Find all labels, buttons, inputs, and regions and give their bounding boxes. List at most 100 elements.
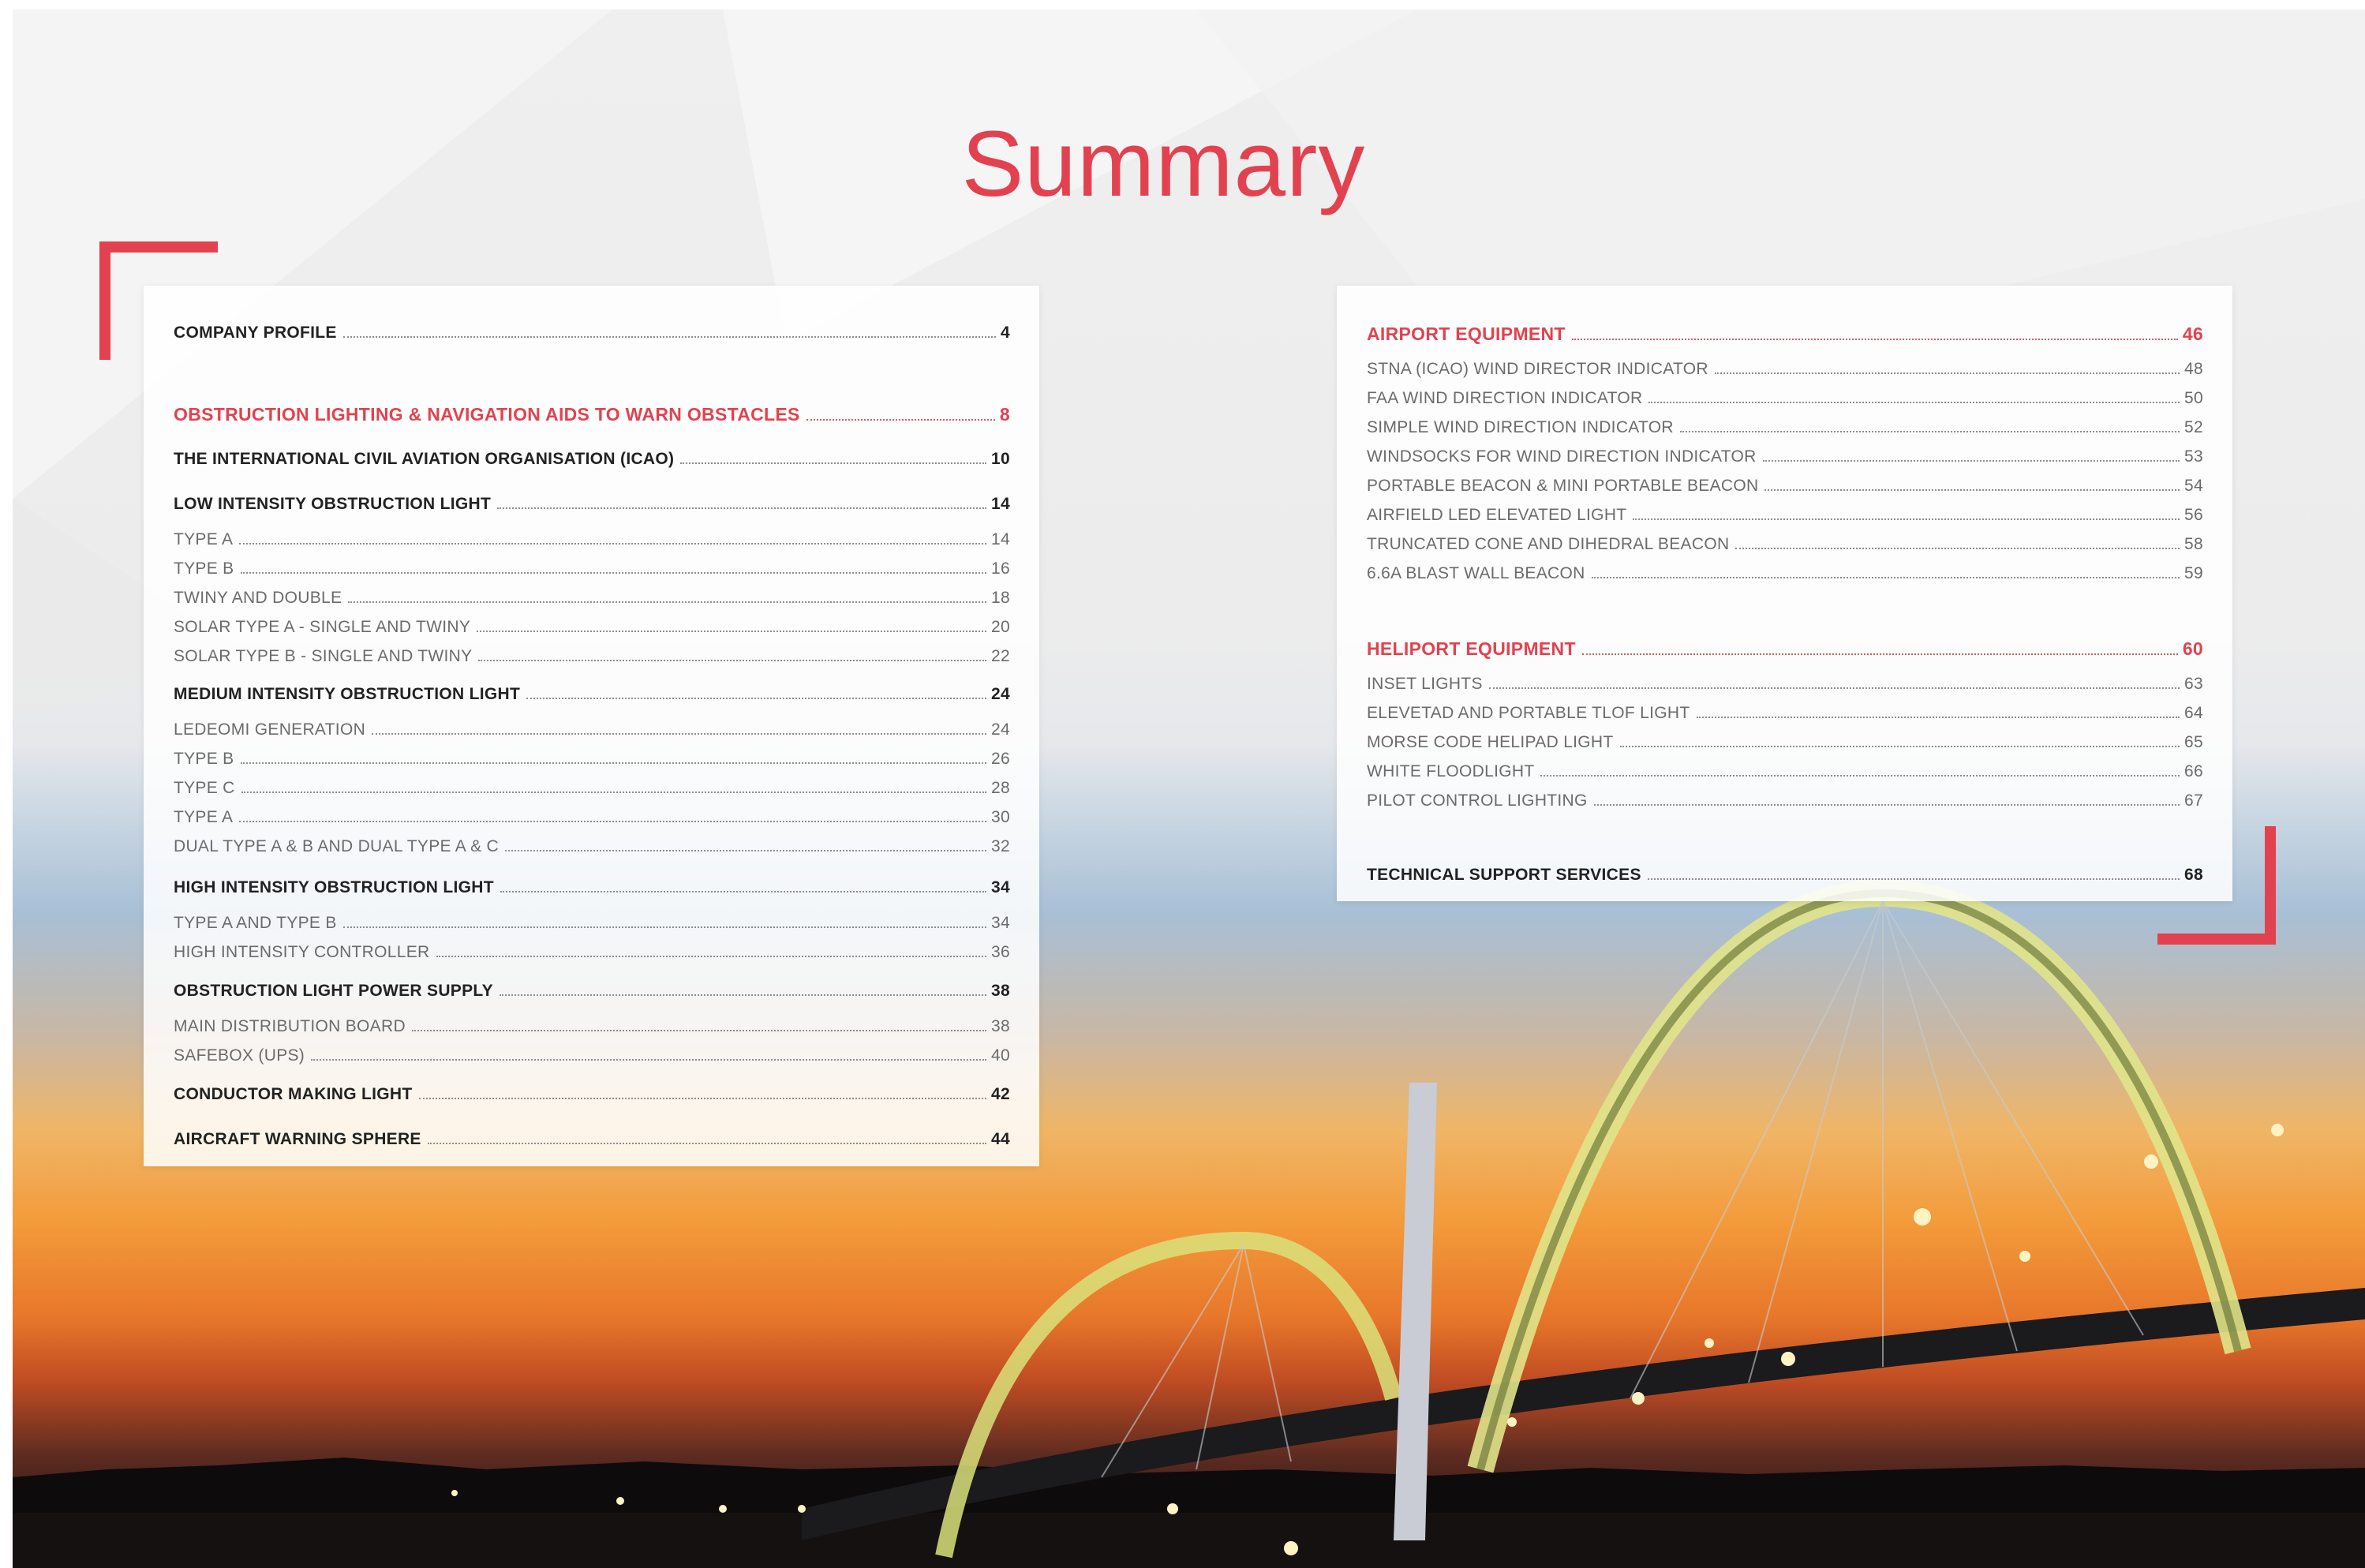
toc-entry[interactable]: THE INTERNATIONAL CIVIL AVIATION ORGANIS…: [174, 450, 1010, 469]
dot-leader: [240, 572, 987, 574]
toc-entry[interactable]: AIRFIELD LED ELEVATED LIGHT 56: [1367, 506, 2203, 525]
toc-entry[interactable]: SOLAR TYPE B - SINGLE AND TWINY 22: [174, 647, 1010, 666]
toc-entry-page-number: 8: [999, 404, 1010, 425]
toc-entry[interactable]: TRUNCATED CONE AND DIHEDRAL BEACON 58: [1367, 535, 2203, 554]
dot-leader: [478, 660, 987, 661]
toc-entry-page-number: 28: [991, 779, 1010, 797]
dot-leader: [1591, 577, 2180, 578]
toc-entry-label: SOLAR TYPE A - SINGLE AND TWINY: [174, 618, 471, 636]
toc-entry[interactable]: TYPE C 28: [174, 779, 1010, 798]
toc-entry-page-number: 52: [2184, 418, 2203, 436]
toc-entry-label: PILOT CONTROL LIGHTING: [1367, 791, 1588, 810]
toc-entry[interactable]: CONDUCTOR MAKING LIGHT 42: [174, 1085, 1010, 1104]
toc-entry-label: AIRPORT EQUIPMENT: [1367, 324, 1566, 344]
toc-entry[interactable]: COMPANY PROFILE 4: [174, 324, 1010, 342]
dot-leader: [1735, 548, 2180, 549]
toc-entry-page-number: 38: [991, 1017, 1010, 1035]
toc-entry[interactable]: SAFEBOX (UPS) 40: [174, 1046, 1010, 1065]
toc-entry-label: TYPE A: [174, 808, 234, 826]
toc-entry[interactable]: HELIPORT EQUIPMENT 60: [1367, 638, 2203, 660]
toc-entry[interactable]: HIGH INTENSITY OBSTRUCTION LIGHT 34: [174, 878, 1010, 897]
toc-entry[interactable]: TYPE B 16: [174, 559, 1010, 578]
toc-entry-label: COMPANY PROFILE: [174, 324, 337, 342]
toc-entry[interactable]: MORSE CODE HELIPAD LIGHT 65: [1367, 733, 2203, 752]
toc-entry-label: CONDUCTOR MAKING LIGHT: [174, 1085, 413, 1103]
dot-leader: [1571, 339, 2178, 340]
toc-entry[interactable]: SOLAR TYPE A - SINGLE AND TWINY 20: [174, 618, 1010, 637]
toc-entry-page-number: 18: [991, 589, 1010, 607]
toc-entry-label: TYPE A AND TYPE B: [174, 914, 337, 932]
corner-bracket-top-left: [99, 241, 218, 253]
toc-entry[interactable]: TYPE A 14: [174, 530, 1010, 549]
toc-entry-page-number: 14: [991, 495, 1010, 513]
toc-entry-label: WHITE FLOODLIGHT: [1367, 762, 1535, 780]
dot-leader: [411, 1030, 987, 1031]
toc-entry-label: SIMPLE WIND DIRECTION INDICATOR: [1367, 418, 1674, 436]
toc-entry-page-number: 46: [2182, 324, 2203, 344]
toc-entry[interactable]: MAIN DISTRIBUTION BOARD 38: [174, 1017, 1010, 1036]
toc-entry-page-number: 48: [2184, 360, 2203, 378]
toc-entry[interactable]: HIGH INTENSITY CONTROLLER 36: [174, 943, 1010, 962]
dot-leader: [372, 733, 987, 735]
dot-leader: [239, 821, 987, 822]
dot-leader: [418, 1098, 987, 1099]
toc-entry-page-number: 38: [991, 982, 1010, 1000]
dot-leader: [526, 698, 987, 699]
toc-entry[interactable]: PORTABLE BEACON & MINI PORTABLE BEACON 54: [1367, 477, 2203, 496]
toc-entry-page-number: 65: [2184, 733, 2203, 751]
toc-entry[interactable]: 6.6A BLAST WALL BEACON 59: [1367, 564, 2203, 583]
toc-entry[interactable]: TYPE B 26: [174, 750, 1010, 769]
toc-entry-page-number: 63: [2184, 675, 2203, 693]
toc-entry-page-number: 36: [991, 943, 1010, 961]
toc-entry-label: TYPE A: [174, 530, 234, 548]
toc-entry[interactable]: LOW INTENSITY OBSTRUCTION LIGHT 14: [174, 495, 1010, 514]
toc-entry-page-number: 53: [2184, 447, 2203, 466]
toc-entry[interactable]: MEDIUM INTENSITY OBSTRUCTION LIGHT 24: [174, 685, 1010, 704]
toc-entry[interactable]: STNA (ICAO) WIND DIRECTOR INDICATOR 48: [1367, 360, 2203, 379]
toc-entry-label: ELEVETAD AND PORTABLE TLOF LIGHT: [1367, 704, 1690, 722]
toc-entry[interactable]: OBSTRUCTION LIGHT POWER SUPPLY 38: [174, 982, 1010, 1001]
toc-entry[interactable]: LEDEOMI GENERATION 24: [174, 720, 1010, 739]
toc-entry[interactable]: DUAL TYPE A & B AND DUAL TYPE A & C 32: [174, 837, 1010, 856]
toc-entry-label: AIRCRAFT WARNING SPHERE: [174, 1130, 421, 1148]
dot-leader: [680, 462, 987, 464]
toc-entry-label: TRUNCATED CONE AND DIHEDRAL BEACON: [1367, 535, 1730, 553]
toc-entry-label: TWINY AND DOUBLE: [174, 589, 342, 607]
toc-entry-page-number: 68: [2184, 866, 2203, 884]
toc-entry[interactable]: OBSTRUCTION LIGHTING & NAVIGATION AIDS T…: [174, 404, 1010, 425]
toc-entry-page-number: 16: [991, 559, 1010, 578]
toc-entry-page-number: 34: [991, 878, 1010, 896]
toc-entry-page-number: 30: [991, 808, 1010, 826]
toc-entry-label: HELIPORT EQUIPMENT: [1367, 638, 1576, 659]
dot-leader: [1647, 878, 2180, 880]
toc-entry-page-number: 22: [991, 647, 1010, 665]
toc-entry[interactable]: FAA WIND DIRECTION INDICATOR 50: [1367, 389, 2203, 408]
toc-entry[interactable]: AIRCRAFT WARNING SPHERE 44: [174, 1130, 1010, 1149]
toc-entry-page-number: 4: [1001, 324, 1010, 342]
toc-entry-label: OBSTRUCTION LIGHTING & NAVIGATION AIDS T…: [174, 404, 800, 425]
toc-entry[interactable]: ELEVETAD AND PORTABLE TLOF LIGHT 64: [1367, 704, 2203, 723]
toc-entry[interactable]: AIRPORT EQUIPMENT 46: [1367, 324, 2203, 345]
toc-entry-page-number: 42: [991, 1085, 1010, 1103]
toc-entry-page-number: 59: [2184, 564, 2203, 582]
toc-entry[interactable]: PILOT CONTROL LIGHTING 67: [1367, 791, 2203, 810]
toc-entry[interactable]: TYPE A AND TYPE B 34: [174, 914, 1010, 933]
toc-entry[interactable]: SIMPLE WIND DIRECTION INDICATOR 52: [1367, 418, 2203, 437]
toc-entry-label: FAA WIND DIRECTION INDICATOR: [1367, 389, 1643, 407]
toc-entry[interactable]: WHITE FLOODLIGHT 66: [1367, 762, 2203, 781]
dot-leader: [436, 956, 987, 957]
toc-entry[interactable]: INSET LIGHTS 63: [1367, 675, 2203, 694]
toc-entry-page-number: 32: [991, 837, 1010, 855]
toc-entry[interactable]: TWINY AND DOUBLE 18: [174, 589, 1010, 608]
dot-leader: [1633, 518, 2180, 520]
toc-entry-label: SAFEBOX (UPS): [174, 1046, 305, 1065]
toc-entry[interactable]: TYPE A 30: [174, 808, 1010, 827]
toc-entry-label: 6.6A BLAST WALL BEACON: [1367, 564, 1585, 582]
dot-leader: [1488, 687, 2180, 689]
dot-leader: [477, 631, 987, 632]
dot-leader: [427, 1143, 987, 1144]
toc-entry[interactable]: TECHNICAL SUPPORT SERVICES 68: [1367, 866, 2203, 885]
toc-entry-label: THE INTERNATIONAL CIVIL AVIATION ORGANIS…: [174, 450, 675, 468]
toc-entry-label: DUAL TYPE A & B AND DUAL TYPE A & C: [174, 837, 500, 855]
toc-entry[interactable]: WINDSOCKS FOR WIND DIRECTION INDICATOR 53: [1367, 447, 2203, 466]
